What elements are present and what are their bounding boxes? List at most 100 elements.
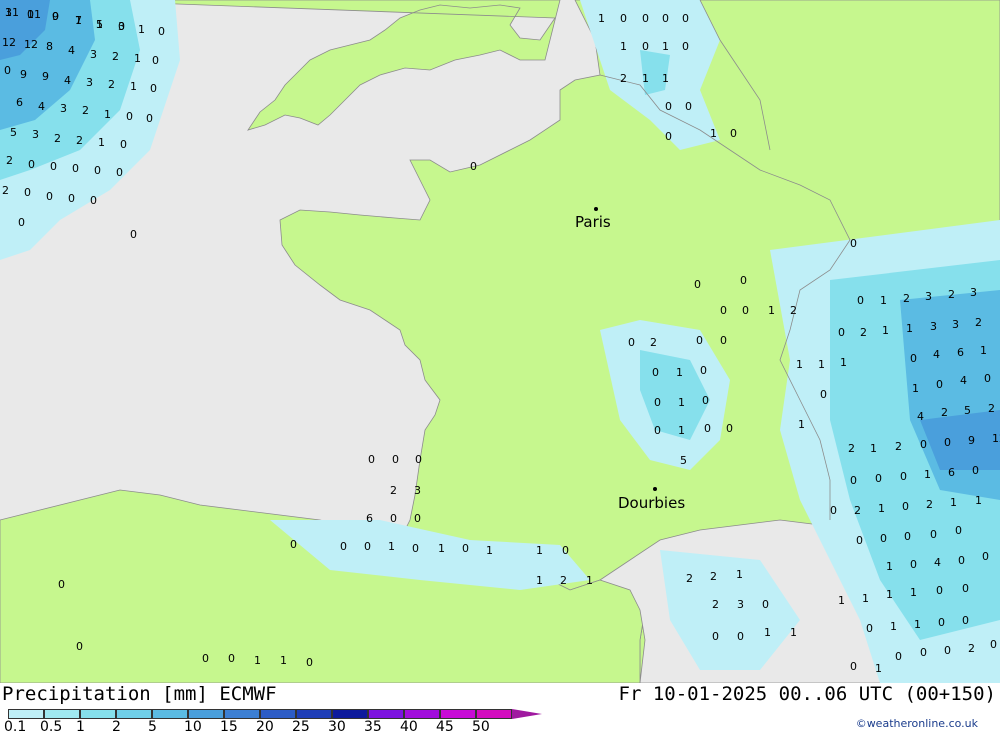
precip-value: 1 (886, 588, 893, 601)
precip-value: 1 (678, 396, 685, 409)
precipitation-map: 11 11 9 7 5 3 1 012 12 8 4 3 2 1 00 9 9 4 3 2 1 06 4 3 2 1 0 05 3 2 2 1… (0, 0, 1000, 683)
precip-value: 0 (158, 25, 165, 38)
precip-value: 0 (990, 638, 997, 651)
precip-value: 0 (910, 352, 917, 365)
precip-value: 9 (968, 434, 975, 447)
precip-value: 0 (392, 453, 399, 466)
precip-value: 0 (856, 534, 863, 547)
city-label-paris: Paris (575, 213, 611, 231)
precip-value: 0 (470, 160, 477, 173)
precip-value: 0 (726, 422, 733, 435)
precip-value: 1 (104, 108, 111, 121)
precip-value: 1 (768, 304, 775, 317)
precip-value: 1 (586, 574, 593, 587)
precip-value: 1 (975, 494, 982, 507)
precip-value: 5 (680, 454, 687, 467)
precip-value: 0 (962, 614, 969, 627)
precip-value: 0 (910, 558, 917, 571)
precip-value: 0 (665, 130, 672, 143)
precip-value: 2 (686, 572, 693, 585)
precip-value: 12 (2, 36, 16, 49)
precip-value: 2 (848, 442, 855, 455)
precip-value: 0 (58, 578, 65, 591)
precip-value: 0 (368, 453, 375, 466)
precip-value: 1 (914, 618, 921, 631)
precip-value: 0 (652, 366, 659, 379)
precip-value: 2 (895, 440, 902, 453)
precip-value: 1 (796, 358, 803, 371)
precip-value: 0 (654, 424, 661, 437)
precip-value: 4 (960, 374, 967, 387)
precip-value: 0 (830, 504, 837, 517)
precip-value: 3 (5, 6, 12, 19)
precip-value: 2 (620, 72, 627, 85)
precip-value: 0 (364, 540, 371, 553)
precip-value: 1 (280, 654, 287, 667)
precip-value: 0 (415, 453, 422, 466)
credit-link[interactable]: ©weatheronline.co.uk (856, 717, 978, 730)
precip-value: 1 (840, 356, 847, 369)
precip-value: 0 (462, 542, 469, 555)
precip-value: 0 (202, 652, 209, 665)
precip-value: 0 (28, 158, 35, 171)
precip-value: 0 (18, 216, 25, 229)
precip-value: 0 (152, 54, 159, 67)
precip-value: 2 (650, 336, 657, 349)
precip-value: 0 (895, 650, 902, 663)
precip-value: 2 (854, 504, 861, 517)
scale-swatch (476, 709, 512, 719)
precip-value: 0 (642, 40, 649, 53)
precip-value: 0 (116, 166, 123, 179)
precip-value: 0 (866, 622, 873, 635)
precip-value: 3 (90, 48, 97, 61)
precip-value: 1 (486, 544, 493, 557)
precip-value: 1 (75, 14, 82, 27)
precip-value: 4 (38, 100, 45, 113)
precip-value: 0 (730, 127, 737, 140)
precip-value: 1 (764, 626, 771, 639)
precip-value: 1 (875, 662, 882, 675)
precip-value: 12 (24, 38, 38, 51)
precip-value: 2 (790, 304, 797, 317)
precip-value: 1 (678, 424, 685, 437)
precip-value: 1 (98, 136, 105, 149)
precip-value: 2 (903, 292, 910, 305)
precip-value: 1 (906, 322, 913, 335)
precip-value: 2 (112, 50, 119, 63)
precip-value: 0 (704, 422, 711, 435)
precip-value: 3 (930, 320, 937, 333)
precip-value: 1 (662, 40, 669, 53)
scale-swatch (152, 709, 188, 719)
precip-value: 0 (720, 334, 727, 347)
precip-value: 9 (20, 68, 27, 81)
precip-value: 0 (76, 640, 83, 653)
precip-value: 3 (970, 286, 977, 299)
precip-value: 0 (904, 530, 911, 543)
scale-swatch (512, 709, 542, 719)
precip-value: 1 (96, 18, 103, 31)
precip-value: 4 (64, 74, 71, 87)
precip-value: 0 (902, 500, 909, 513)
precip-value: 2 (710, 570, 717, 583)
precip-value: 0 (938, 616, 945, 629)
scale-swatch (260, 709, 296, 719)
precip-value: 0 (228, 652, 235, 665)
precip-value: 0 (620, 12, 627, 25)
precip-value: 0 (665, 100, 672, 113)
precip-value: 0 (900, 470, 907, 483)
precip-value: 0 (850, 474, 857, 487)
precip-value: 0 (130, 228, 137, 241)
precip-value: 1 (676, 366, 683, 379)
precip-value: 2 (948, 288, 955, 301)
precip-value: 0 (850, 660, 857, 673)
scale-swatch (44, 709, 80, 719)
precip-value: 2 (108, 78, 115, 91)
precip-value: 4 (917, 410, 924, 423)
precip-value: 0 (850, 237, 857, 250)
precip-value: 0 (984, 372, 991, 385)
precip-value: 1 (388, 540, 395, 553)
precip-value: 1 (818, 358, 825, 371)
precip-value: 0 (126, 110, 133, 123)
precip-value: 6 (948, 466, 955, 479)
precip-value: 1 (438, 542, 445, 555)
